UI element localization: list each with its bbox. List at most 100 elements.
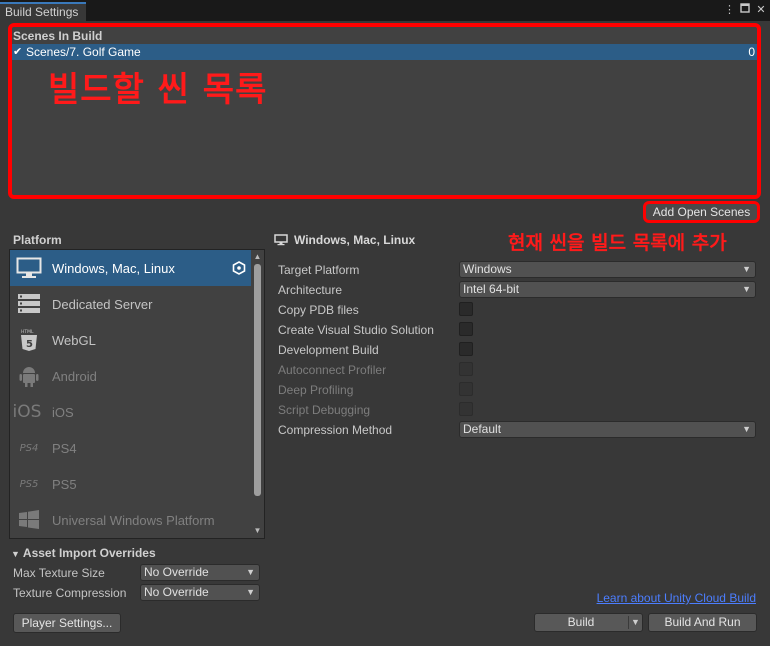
platform-header: Platform	[13, 233, 62, 247]
dropdown-value: Windows	[463, 262, 512, 276]
dropdown-value: No Override	[144, 565, 209, 579]
compression-method-dropdown[interactable]: Default ▼	[459, 421, 756, 438]
html5-icon: HTML 5	[16, 328, 42, 352]
scene-index: 0	[748, 45, 755, 59]
checkbox-label: Autoconnect Profiler	[278, 363, 387, 377]
target-platform-row: Target Platform Windows ▼	[278, 261, 758, 279]
asset-import-overrides-foldout[interactable]: ▼ Asset Import Overrides	[11, 546, 156, 560]
dropdown-value: No Override	[144, 585, 209, 599]
platform-label: WebGL	[52, 333, 96, 348]
foldout-triangle-icon: ▼	[11, 549, 20, 559]
dropdown-value: Intel 64-bit	[463, 282, 520, 296]
platform-item-ps4[interactable]: PS4 PS4	[10, 430, 252, 466]
dropdown-value: Default	[463, 422, 502, 436]
unity-active-icon	[232, 261, 246, 275]
max-texture-size-label: Max Texture Size	[13, 566, 105, 580]
max-texture-size-dropdown[interactable]: No Override ▼	[140, 564, 260, 581]
texture-compression-dropdown[interactable]: No Override ▼	[140, 584, 260, 601]
checkbox-label: Script Debugging	[278, 403, 371, 417]
monitor-icon	[274, 234, 288, 249]
settings-title: Windows, Mac, Linux	[274, 233, 415, 249]
checkbox-label: Deep Profiling	[278, 383, 354, 397]
deep-profiling-row: Deep Profiling	[278, 381, 758, 399]
dropdown-arrow-icon: ▼	[742, 264, 751, 274]
dropdown-arrow-icon: ▼	[246, 587, 255, 597]
compression-method-row: Compression Method Default ▼	[278, 421, 758, 439]
platform-label: Universal Windows Platform	[52, 513, 215, 528]
title-bar: Build Settings ⋮ ✕	[0, 0, 770, 21]
compression-method-label: Compression Method	[278, 423, 393, 437]
platform-label: PS4	[52, 441, 77, 456]
scene-row[interactable]: ✔ Scenes/7. Golf Game 0	[12, 44, 757, 60]
texture-compression-row: Texture Compression No Override ▼	[13, 584, 263, 602]
add-open-scenes-button[interactable]: Add Open Scenes	[643, 201, 760, 223]
copy-pdb-row: Copy PDB files	[278, 301, 758, 319]
svg-text:5: 5	[26, 339, 33, 350]
script-debugging-checkbox	[459, 402, 473, 416]
dropdown-arrow-icon: ▼	[742, 424, 751, 434]
architecture-dropdown[interactable]: Intel 64-bit ▼	[459, 281, 756, 298]
divider	[628, 616, 629, 629]
platform-label: PS5	[52, 477, 77, 492]
scroll-up-icon[interactable]: ▲	[253, 253, 262, 261]
platform-item-ps5[interactable]: PS5 PS5	[10, 466, 252, 502]
development-build-checkbox[interactable]	[459, 342, 473, 356]
scenes-in-build-panel[interactable]: Scenes In Build ✔ Scenes/7. Golf Game 0 …	[8, 23, 761, 199]
scrollbar-thumb[interactable]	[254, 264, 261, 496]
checkmark-icon[interactable]: ✔	[13, 44, 26, 60]
scroll-down-icon[interactable]: ▼	[253, 527, 262, 535]
ps4-icon: PS4	[19, 442, 39, 454]
platform-scrollbar[interactable]: ▲ ▼	[251, 250, 264, 538]
maximize-icon[interactable]	[740, 3, 750, 17]
more-icon[interactable]: ⋮	[724, 3, 735, 17]
target-platform-dropdown[interactable]: Windows ▼	[459, 261, 756, 278]
deep-profiling-checkbox	[459, 382, 473, 396]
autoconnect-profiler-row: Autoconnect Profiler	[278, 361, 758, 379]
add-open-scenes-annotation: 현재 씬을 빌드 목록에 추가	[508, 232, 727, 254]
platform-list[interactable]: Windows, Mac, Linux Dedicated Server HTM…	[9, 249, 265, 539]
ios-icon: iOS	[12, 402, 42, 422]
dropdown-arrow-icon: ▼	[742, 284, 751, 294]
autoconnect-profiler-checkbox	[459, 362, 473, 376]
asset-overrides-title: Asset Import Overrides	[22, 546, 156, 560]
scenes-annotation: 빌드할 씬 목록	[48, 70, 268, 110]
dropdown-arrow-icon: ▼	[246, 567, 255, 577]
monitor-icon	[16, 256, 42, 280]
texture-compression-label: Texture Compression	[13, 586, 127, 600]
platform-item-android[interactable]: Android	[10, 358, 252, 394]
script-debugging-row: Script Debugging	[278, 401, 758, 419]
platform-item-ios[interactable]: iOS iOS	[10, 394, 252, 430]
build-button-label: Build	[567, 615, 595, 629]
window-tab-title: Build Settings	[5, 5, 79, 19]
create-vs-solution-row: Create Visual Studio Solution	[278, 321, 758, 339]
checkbox-label: Development Build	[278, 343, 379, 357]
ps5-icon: PS5	[19, 478, 39, 490]
build-options-dropdown-icon[interactable]: ▼	[631, 614, 640, 631]
learn-cloud-build-link[interactable]: Learn about Unity Cloud Build	[597, 591, 756, 605]
platform-label: Android	[52, 369, 97, 384]
android-icon	[16, 364, 42, 388]
player-settings-button[interactable]: Player Settings...	[13, 613, 121, 633]
window-tab[interactable]: Build Settings	[0, 2, 87, 21]
copy-pdb-checkbox[interactable]	[459, 302, 473, 316]
architecture-row: Architecture Intel 64-bit ▼	[278, 281, 758, 299]
scenes-header: Scenes In Build	[13, 29, 103, 43]
platform-label: Dedicated Server	[52, 297, 153, 312]
platform-item-uwp[interactable]: Universal Windows Platform	[10, 502, 252, 538]
build-button[interactable]: Build ▼	[534, 613, 643, 632]
checkbox-label: Copy PDB files	[278, 303, 359, 317]
max-texture-size-row: Max Texture Size No Override ▼	[13, 564, 263, 582]
platform-item-windows-mac-linux[interactable]: Windows, Mac, Linux	[10, 250, 252, 286]
window-controls: ⋮ ✕	[724, 3, 766, 17]
build-and-run-button[interactable]: Build And Run	[648, 613, 757, 632]
create-vs-solution-checkbox[interactable]	[459, 322, 473, 336]
close-icon[interactable]: ✕	[756, 3, 766, 17]
platform-item-webgl[interactable]: HTML 5 WebGL	[10, 322, 252, 358]
platform-item-dedicated-server[interactable]: Dedicated Server	[10, 286, 252, 322]
windows-logo-icon	[16, 508, 42, 532]
development-build-row: Development Build	[278, 341, 758, 359]
scene-name: Scenes/7. Golf Game	[26, 45, 141, 59]
checkbox-label: Create Visual Studio Solution	[278, 323, 434, 337]
target-platform-label: Target Platform	[278, 263, 360, 277]
platform-label: Windows, Mac, Linux	[52, 261, 175, 276]
